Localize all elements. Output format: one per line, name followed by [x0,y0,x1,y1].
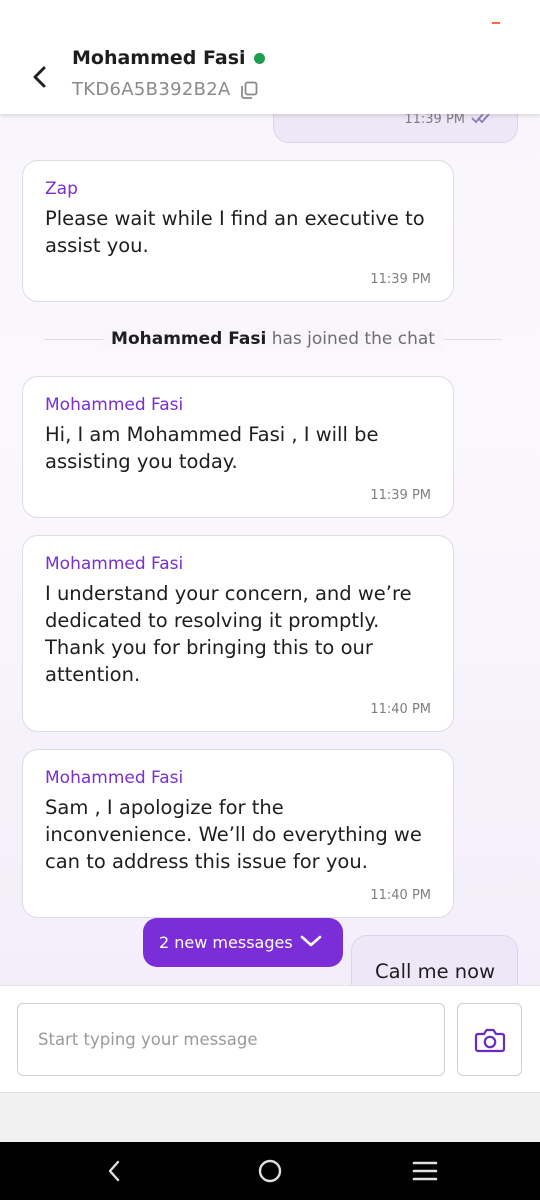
message-time: 11:39 PM [370,272,431,287]
camera-icon [474,1028,505,1052]
message-sender: Zap [45,179,78,199]
agent-message-bubble: Mohammed Fasi Hi, I am Mohammed Fasi , I… [22,376,454,518]
nav-menu-button[interactable] [410,1156,440,1186]
system-join-notice: Mohammed Fasi has joined the chat [44,327,502,351]
message-composer [0,985,540,1093]
message-input-wrapper [17,1003,445,1076]
agent-message-bubble: Zap Please wait while I find an executiv… [22,160,454,302]
message-sender: Mohammed Fasi [45,768,184,788]
nav-menu-icon [412,1161,438,1181]
ticket-id: TKD6A5B392B2A [72,79,231,100]
message-time: 11:40 PM [370,702,431,717]
message-text: I understand your concern, and we’re ded… [45,582,412,686]
status-indicator [492,22,500,24]
bottom-spacer [0,1092,540,1142]
camera-button[interactable] [457,1003,522,1076]
new-messages-label: 2 new messages [159,933,293,952]
message-time: 11:39 PM [370,488,431,503]
agent-message-bubble: Mohammed Fasi Sam , I apologize for the … [22,749,454,918]
system-navigation-bar [0,1142,540,1200]
message-time: 11:40 PM [370,888,431,903]
ticket-id-row: TKD6A5B392B2A [72,79,259,100]
agent-name: Mohammed Fasi [72,47,246,69]
nav-home-icon [258,1159,282,1183]
nav-back-icon [108,1160,120,1182]
back-button[interactable] [22,58,56,96]
message-sender: Mohammed Fasi [45,554,184,574]
back-arrow-icon [33,66,46,88]
chat-header: Mohammed Fasi TKD6A5B392B2A [0,0,540,114]
online-status-dot [253,52,265,64]
nav-home-button[interactable] [255,1156,285,1186]
nav-back-button[interactable] [99,1156,129,1186]
message-text: Sam , I apologize for the inconvenience.… [45,796,422,873]
agent-name-row: Mohammed Fasi [72,47,265,69]
joined-suffix: has joined the chat [271,329,435,349]
message-text: Please wait while I find an executive to… [45,207,425,257]
system-notice-text: Mohammed Fasi has joined the chat [103,329,443,349]
chevron-down-icon [299,932,323,954]
agent-message-bubble: Mohammed Fasi I understand your concern,… [22,535,454,732]
copy-icon[interactable] [239,80,259,100]
message-input[interactable] [36,1029,426,1050]
joined-agent-name: Mohammed Fasi [111,329,267,349]
message-sender: Mohammed Fasi [45,395,184,415]
new-messages-button[interactable]: 2 new messages [143,918,343,967]
message-text: Hi, I am Mohammed Fasi , I will be assis… [45,423,379,473]
message-time: 11:39 PM [404,112,465,127]
message-text: Call me now [375,960,496,983]
